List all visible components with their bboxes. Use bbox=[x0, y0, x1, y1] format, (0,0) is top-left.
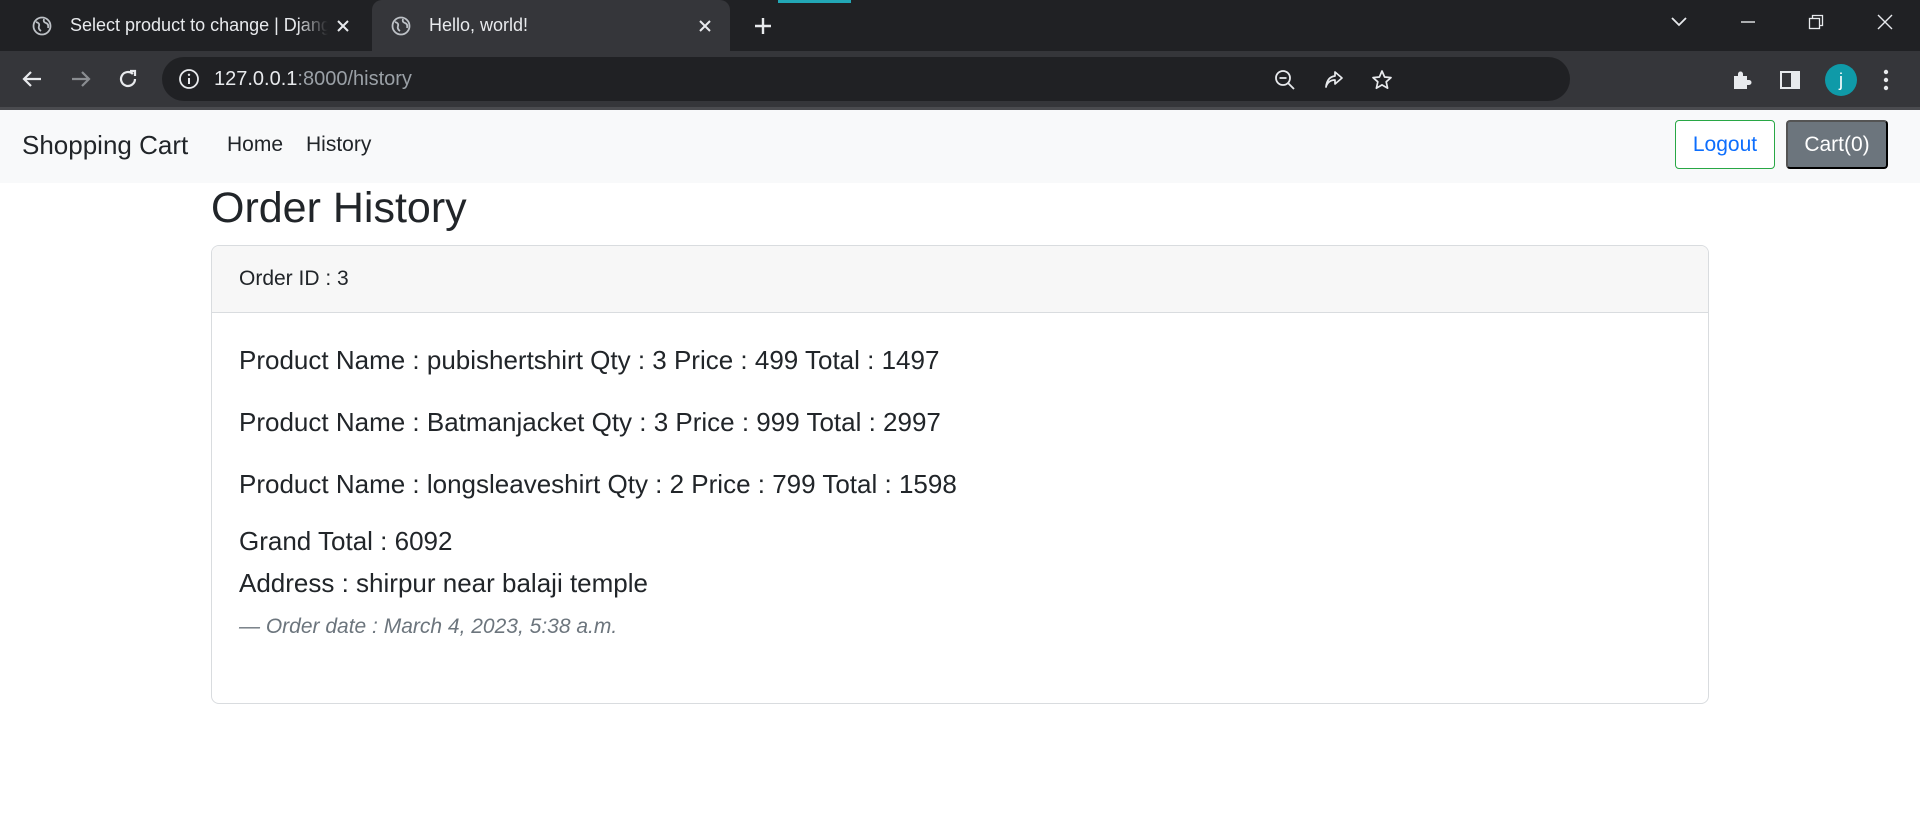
zoom-out-icon[interactable] bbox=[1273, 68, 1297, 92]
browser-tab-hello-world[interactable]: Hello, world! bbox=[372, 0, 730, 51]
order-item-line: Product Name : Batmanjacket Qty : 3 Pric… bbox=[239, 407, 941, 437]
address-bar[interactable]: 127.0.0.1:8000/history bbox=[162, 57, 1570, 101]
restore-icon[interactable] bbox=[1786, 0, 1846, 44]
order-date: — Order date : March 4, 2023, 5:38 a.m. bbox=[239, 615, 618, 638]
globe-icon bbox=[31, 15, 53, 37]
share-icon[interactable] bbox=[1322, 68, 1346, 92]
tab-search-chevron-icon[interactable] bbox=[1649, 0, 1709, 44]
order-card: Order ID : 3 Product Name : pubishertshi… bbox=[211, 245, 1709, 704]
new-tab-plus-icon[interactable] bbox=[748, 11, 778, 41]
logout-button[interactable]: Logout bbox=[1675, 120, 1775, 169]
navbar-brand[interactable]: Shopping Cart bbox=[22, 110, 188, 180]
bookmark-star-icon[interactable] bbox=[1370, 68, 1394, 92]
tab-title: Select product to change | Django site a… bbox=[70, 15, 328, 35]
profile-avatar[interactable]: j bbox=[1825, 64, 1857, 96]
close-tab-icon[interactable] bbox=[690, 11, 720, 41]
order-item-line: Product Name : longsleaveshirt Qty : 2 P… bbox=[239, 469, 957, 499]
reload-icon[interactable] bbox=[110, 61, 146, 97]
tab-loading-indicator bbox=[778, 0, 851, 3]
nav-link-history[interactable]: History bbox=[306, 110, 371, 180]
url-path: :8000/history bbox=[297, 68, 412, 90]
order-id: Order ID : 3 bbox=[239, 267, 349, 290]
browser-tab-strip: Select product to change | Django site a… bbox=[0, 0, 1920, 51]
order-item-line: Product Name : pubishertshirt Qty : 3 Pr… bbox=[239, 345, 940, 375]
menu-kebab-icon[interactable] bbox=[1873, 67, 1899, 93]
browser-toolbar: 127.0.0.1:8000/history j bbox=[0, 51, 1920, 107]
site-navbar: Shopping Cart Home History Logout Cart(0… bbox=[0, 110, 1920, 183]
browser-tab-django-admin[interactable]: Select product to change | Django site a… bbox=[13, 0, 368, 51]
url-host: 127.0.0.1 bbox=[214, 68, 298, 90]
globe-icon bbox=[390, 15, 412, 37]
tab-title: Hello, world! bbox=[429, 15, 529, 35]
close-window-icon[interactable] bbox=[1855, 0, 1915, 44]
back-arrow-icon[interactable] bbox=[14, 61, 50, 97]
side-panel-icon[interactable] bbox=[1777, 67, 1803, 93]
site-info-icon[interactable] bbox=[178, 68, 200, 90]
order-address: Address : shirpur near balaji temple bbox=[239, 568, 648, 598]
nav-link-home[interactable]: Home bbox=[227, 110, 283, 180]
order-card-header: Order ID : 3 bbox=[212, 246, 1708, 313]
minimize-icon[interactable] bbox=[1718, 0, 1778, 44]
cart-button[interactable]: Cart(0) bbox=[1786, 120, 1888, 169]
forward-arrow-icon[interactable] bbox=[63, 61, 99, 97]
url-text: 127.0.0.1:8000/history bbox=[214, 57, 412, 101]
page-title: Order History bbox=[211, 184, 467, 232]
grand-total: Grand Total : 6092 bbox=[239, 526, 453, 556]
extensions-puzzle-icon[interactable] bbox=[1729, 67, 1755, 93]
close-tab-icon[interactable] bbox=[328, 11, 358, 41]
